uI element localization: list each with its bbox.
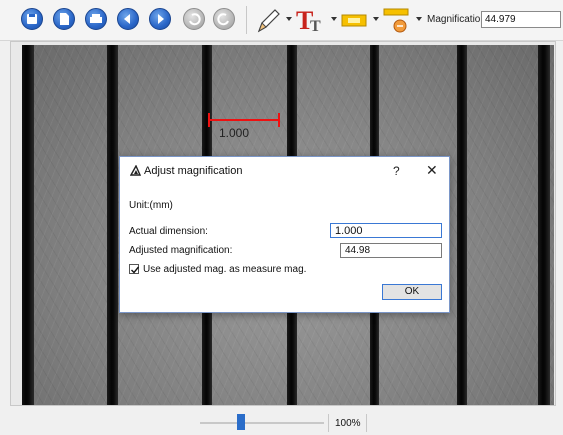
pencil-tool-button[interactable]: [255, 5, 281, 35]
actual-dimension-label: Actual dimension:: [129, 226, 208, 237]
actual-dimension-input[interactable]: [330, 223, 442, 238]
measurement-label: 1.000: [219, 126, 250, 140]
ruler-groove: [538, 45, 550, 405]
arrow-right-icon: [158, 14, 164, 24]
print-icon: [90, 14, 102, 23]
dialog-title-bar[interactable]: Adjust magnification ? ✕: [120, 157, 449, 184]
ruler-groove: [457, 45, 467, 405]
arrow-left-icon: [124, 14, 130, 24]
print-button[interactable]: [85, 8, 107, 30]
save-button[interactable]: [21, 8, 43, 30]
forward-button[interactable]: [149, 8, 171, 30]
checkmark-icon: [131, 266, 140, 274]
zoom-bar: 100%: [0, 410, 563, 435]
ok-button[interactable]: OK: [382, 284, 442, 300]
measure-dropdown-caret[interactable]: [416, 17, 422, 21]
dialog-title: Adjust magnification: [144, 165, 243, 177]
measure-tool-icon: [383, 8, 409, 33]
save-icon: [27, 14, 37, 24]
highlight-icon: [341, 14, 367, 27]
undo-icon: [189, 13, 201, 26]
pencil-icon: [257, 9, 280, 33]
redo-button[interactable]: [213, 8, 235, 30]
zoom-slider-handle[interactable]: [236, 414, 245, 430]
ruler-groove: [22, 45, 34, 405]
ruler-groove: [107, 45, 118, 405]
unit-label: Unit:(mm): [129, 200, 173, 211]
measurement-line[interactable]: [208, 119, 280, 121]
new-document-button[interactable]: [53, 8, 75, 30]
highlight-tool-button[interactable]: [340, 5, 368, 35]
adjusted-magnification-input[interactable]: [340, 243, 442, 258]
help-button[interactable]: ?: [393, 164, 400, 178]
use-adjusted-mag-checkbox[interactable]: [129, 264, 140, 274]
zoom-divider: [366, 414, 367, 432]
toolbar-separator: [246, 6, 247, 34]
text-tool-button[interactable]: T T: [294, 5, 328, 35]
measurement-endpoint[interactable]: [278, 113, 280, 127]
redo-icon: [217, 13, 229, 26]
triangle-ruler-icon: [130, 165, 141, 176]
zoom-divider: [328, 414, 329, 432]
adjust-magnification-dialog: Adjust magnification ? ✕ Unit:(mm) Actua…: [119, 156, 450, 313]
zoom-percent: 100%: [335, 418, 361, 429]
measure-tool-button[interactable]: [382, 5, 412, 35]
text-dropdown-caret[interactable]: [331, 17, 337, 21]
undo-button[interactable]: [183, 8, 205, 30]
pencil-dropdown-caret[interactable]: [286, 17, 292, 21]
zoom-slider-track[interactable]: [200, 422, 324, 424]
measurement-endpoint[interactable]: [208, 113, 210, 127]
close-button[interactable]: ✕: [426, 162, 438, 179]
magnification-label: Magnification:: [427, 14, 489, 25]
toolbar: T T Magnification:: [0, 0, 563, 41]
adjusted-magnification-label: Adjusted magnification:: [129, 245, 233, 256]
magnification-input[interactable]: [481, 11, 561, 28]
document-icon: [60, 13, 69, 25]
highlight-dropdown-caret[interactable]: [373, 17, 379, 21]
text-tool-icon: T T: [296, 6, 321, 35]
svg-text:T: T: [310, 18, 321, 35]
back-button[interactable]: [117, 8, 139, 30]
use-adjusted-mag-label: Use adjusted mag. as measure mag.: [143, 264, 307, 275]
